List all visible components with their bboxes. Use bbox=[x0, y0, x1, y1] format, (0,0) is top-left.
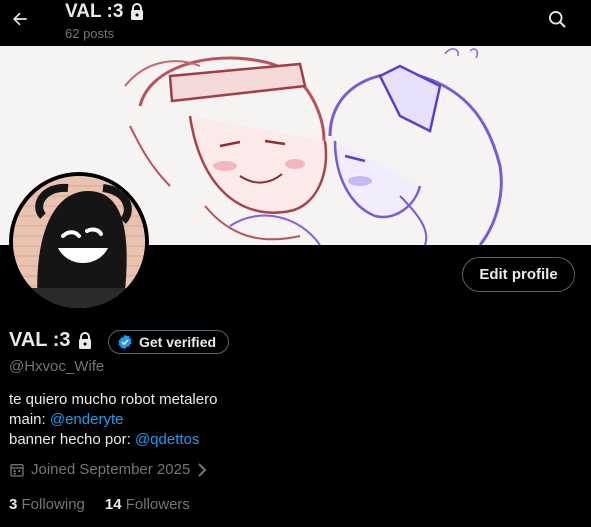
bio-line-2: main: @enderyte bbox=[9, 410, 217, 430]
bio-banner-credit-link[interactable]: @qdettos bbox=[135, 431, 199, 448]
bio-line-1: te quiero mucho robot metalero bbox=[9, 391, 218, 408]
avatar-image bbox=[13, 176, 145, 308]
verified-badge-icon bbox=[118, 334, 132, 350]
header-title-text: VAL :3 bbox=[65, 1, 124, 22]
arrow-left-icon bbox=[13, 12, 27, 26]
get-verified-label: Get verified bbox=[139, 334, 217, 350]
bio-line-3-prefix: banner hecho por: bbox=[9, 431, 135, 448]
avatar-illustration bbox=[13, 176, 145, 308]
calendar-icon bbox=[10, 463, 24, 477]
profile-avatar[interactable] bbox=[9, 172, 149, 312]
joined-date[interactable]: Joined September 2025 bbox=[9, 461, 208, 478]
followers-link[interactable]: 14 Followers bbox=[105, 496, 190, 513]
user-handle: @Hxvoc_Wife bbox=[9, 358, 105, 375]
bio-line-2-prefix: main: bbox=[9, 411, 50, 428]
bio-main-link[interactable]: @enderyte bbox=[50, 411, 124, 428]
following-count: 3 bbox=[9, 496, 18, 513]
search-icon bbox=[549, 11, 566, 28]
followers-label: Followers bbox=[125, 496, 190, 513]
followers-count: 14 bbox=[104, 496, 122, 513]
chevron-right-icon bbox=[198, 462, 207, 477]
following-link[interactable]: 3 Following bbox=[9, 496, 85, 513]
back-button[interactable] bbox=[7, 6, 33, 32]
search-button[interactable] bbox=[544, 6, 570, 32]
follow-stats: 3 Following 14 Followers bbox=[9, 496, 190, 513]
get-verified-button[interactable]: Get verified bbox=[108, 330, 230, 354]
lock-icon bbox=[78, 331, 91, 349]
top-bar: VAL :3 62 posts bbox=[0, 0, 591, 46]
header-title: VAL :3 bbox=[65, 1, 145, 23]
edit-profile-button[interactable]: Edit profile bbox=[462, 257, 575, 292]
post-count: 62 posts bbox=[65, 26, 115, 41]
lock-icon bbox=[131, 3, 144, 20]
following-label: Following bbox=[21, 496, 85, 513]
display-name: VAL :3 bbox=[9, 329, 93, 352]
profile-bio: te quiero mucho robot metalero main: @en… bbox=[9, 390, 217, 450]
display-name-text: VAL :3 bbox=[9, 329, 71, 351]
bio-line-3: banner hecho por: @qdettos bbox=[9, 430, 217, 450]
joined-text: Joined September 2025 bbox=[31, 461, 191, 478]
